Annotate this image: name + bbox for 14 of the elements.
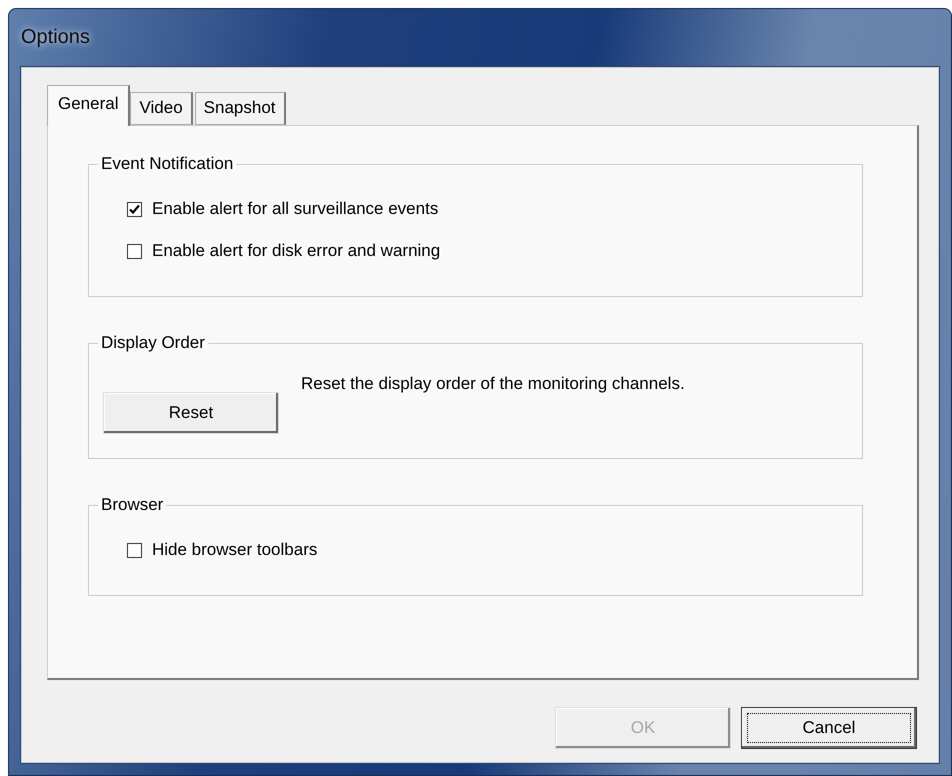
tab[interactable]: Snapshot: [194, 92, 286, 125]
group-title: Display Order: [98, 333, 208, 353]
checkbox[interactable]: [127, 202, 142, 216]
dialog-button[interactable]: Cancel: [741, 707, 917, 749]
checkbox-label: Hide browser toolbars: [152, 540, 318, 560]
checkbox[interactable]: [127, 244, 142, 258]
tab[interactable]: Video: [130, 92, 193, 125]
checkbox[interactable]: [127, 542, 142, 558]
checkbox-label: Enable alert for all surveillance events: [152, 199, 438, 219]
tab[interactable]: General: [47, 85, 130, 126]
checkbox-label: Enable alert for disk error and warning: [152, 241, 440, 261]
window-title: Options: [21, 26, 90, 49]
description-text: Reset the display order of the monitoring channels.: [301, 374, 685, 394]
reset-button[interactable]: Reset: [103, 392, 279, 434]
